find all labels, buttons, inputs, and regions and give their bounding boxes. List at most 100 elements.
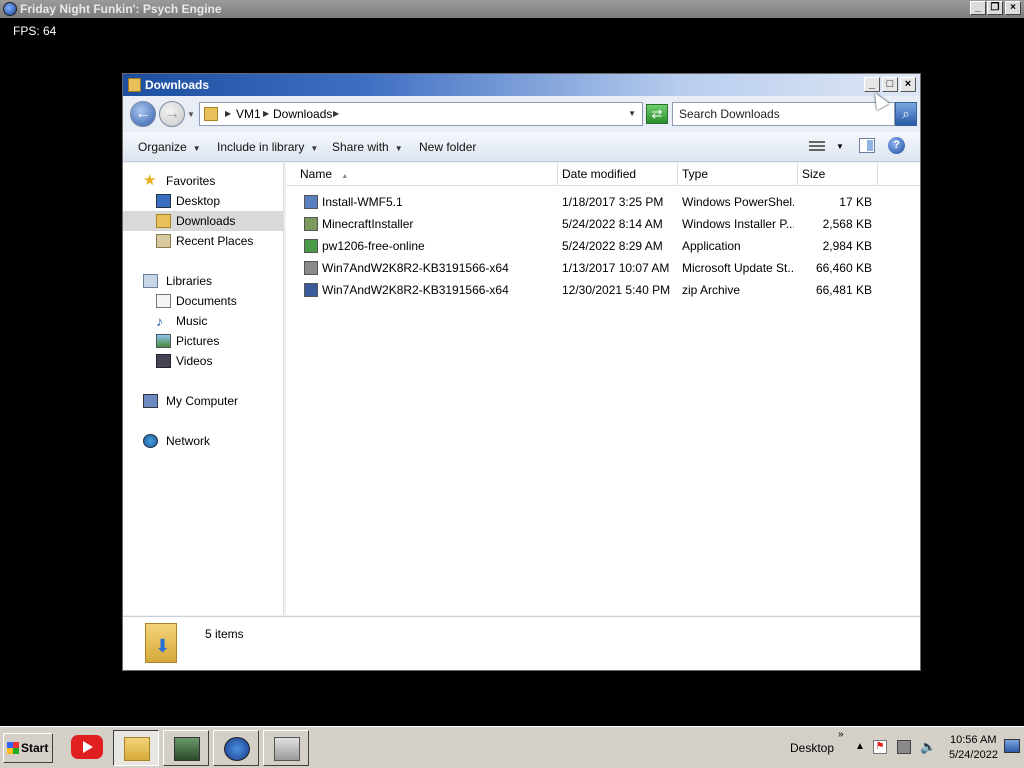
forward-button[interactable]: → — [159, 101, 185, 127]
breadcrumb-arrow-icon[interactable]: ▶ — [333, 103, 339, 125]
game-app-icon — [3, 2, 17, 16]
nav-item-libraries[interactable]: Libraries — [123, 271, 283, 291]
action-center-flag-icon[interactable]: ⚑ — [873, 740, 887, 754]
powershell-script-icon — [304, 195, 318, 209]
network-tray-icon[interactable] — [897, 740, 911, 754]
minimize-button[interactable]: _ — [864, 77, 880, 92]
breadcrumb-arrow-icon[interactable]: ▶ — [263, 103, 269, 125]
downloads-folder-large-icon — [145, 623, 177, 663]
taskbar-archive-button[interactable] — [263, 730, 309, 766]
column-size[interactable]: Size — [798, 163, 878, 186]
taskbar-server-manager-button[interactable] — [163, 730, 209, 766]
libraries-icon — [143, 274, 158, 288]
file-date-cell: 1/13/2017 10:07 AM — [562, 261, 670, 275]
clock-date[interactable]: 5/24/2022 — [949, 749, 998, 761]
nav-label: Favorites — [166, 174, 216, 188]
share-with-label: Share with — [332, 140, 389, 154]
recent-pages-dropdown-icon[interactable]: ▼ — [187, 110, 195, 119]
start-button[interactable]: Start — [3, 733, 53, 763]
nav-item-network[interactable]: Network — [123, 431, 283, 451]
nav-item-music[interactable]: ♪ Music — [123, 311, 283, 331]
views-icon[interactable] — [809, 139, 825, 152]
column-date-modified[interactable]: Date modified — [558, 163, 678, 186]
nav-item-my-computer[interactable]: My Computer — [123, 391, 283, 411]
organize-button[interactable]: Organize ▼ — [138, 140, 201, 154]
taskbar-game-button[interactable] — [213, 730, 259, 766]
game-restore-button[interactable]: ❐ — [987, 1, 1003, 15]
nav-item-desktop[interactable]: Desktop — [123, 191, 283, 211]
nav-label: Libraries — [166, 274, 213, 288]
nav-item-documents[interactable]: Documents — [123, 291, 283, 311]
game-close-button[interactable]: × — [1005, 1, 1021, 15]
file-date-cell: 12/30/2021 5:40 PM — [562, 283, 671, 297]
new-folder-button[interactable]: New folder — [419, 140, 476, 154]
search-input[interactable]: Search Downloads — [672, 102, 895, 126]
breadcrumb-vm1[interactable]: VM1 — [236, 103, 261, 125]
column-headers: Name ▲ Date modified Type Size — [286, 163, 920, 186]
taskbar-explorer-button[interactable] — [113, 730, 159, 766]
address-field[interactable]: ▶ VM1 ▶ Downloads ▶ ▼ — [199, 102, 643, 126]
nav-item-downloads[interactable]: Downloads — [123, 211, 283, 231]
recent-places-icon — [156, 234, 171, 248]
desktop-toolbar-label[interactable]: Desktop — [790, 741, 834, 755]
views-dropdown-icon[interactable]: ▼ — [836, 142, 844, 151]
show-desktop-button[interactable] — [1004, 739, 1020, 753]
table-row[interactable]: Install-WMF5.1 1/18/2017 3:25 PM Windows P… — [286, 191, 920, 213]
table-row[interactable]: MinecraftInstaller 5/24/2022 8:14 AM Windo… — [286, 213, 920, 235]
address-dropdown-icon[interactable]: ▼ — [628, 103, 636, 125]
taskbar: Start Desktop » ▲ ⚑ 🔈 10:56 AM 5/24/2022 — [0, 726, 1024, 768]
file-type-cell: Microsoft Update St... — [682, 261, 794, 275]
star-icon: ★ — [143, 172, 157, 189]
show-hidden-icons-icon[interactable]: ▲ — [855, 741, 865, 752]
clock-time[interactable]: 10:56 AM — [950, 734, 996, 746]
file-list: Name ▲ Date modified Type Size Install-W… — [286, 163, 920, 615]
chevron-down-icon: ▼ — [394, 144, 403, 153]
nav-item-pictures[interactable]: Pictures — [123, 331, 283, 351]
toolbar-expand-icon[interactable]: » — [838, 729, 844, 740]
file-name-cell: Win7AndW2K8R2-KB3191566-x64 — [322, 283, 509, 297]
server-manager-icon — [174, 737, 200, 761]
column-type[interactable]: Type — [678, 163, 798, 186]
explorer-titlebar[interactable]: Downloads _ □ × — [123, 74, 920, 96]
file-type-cell: zip Archive — [682, 283, 741, 297]
share-with-button[interactable]: Share with ▼ — [332, 140, 403, 154]
table-row[interactable]: pw1206-free-online 5/24/2022 8:29 AM Appli… — [286, 235, 920, 257]
refresh-button[interactable]: ⇄ — [646, 104, 668, 124]
installer-package-icon — [304, 217, 318, 231]
file-size-cell: 2,568 KB — [822, 217, 872, 231]
back-button[interactable]: ← — [130, 101, 156, 127]
help-icon[interactable]: ? — [888, 137, 905, 154]
file-date-cell: 1/18/2017 3:25 PM — [562, 195, 664, 209]
youtube-icon[interactable] — [71, 735, 103, 759]
table-row[interactable]: Win7AndW2K8R2-KB3191566-x64 12/30/2021 5:… — [286, 279, 920, 301]
sort-ascending-icon: ▲ — [341, 173, 349, 180]
table-row[interactable]: Win7AndW2K8R2-KB3191566-x64 1/13/2017 10:… — [286, 257, 920, 279]
preview-pane-icon[interactable] — [859, 138, 875, 153]
breadcrumb-downloads[interactable]: Downloads — [273, 103, 332, 125]
column-name[interactable]: Name ▲ — [286, 163, 558, 186]
application-icon — [304, 239, 318, 253]
documents-icon — [156, 294, 171, 308]
file-name-cell: MinecraftInstaller — [322, 217, 414, 231]
nav-item-videos[interactable]: Videos — [123, 351, 283, 371]
explorer-folder-icon — [124, 737, 150, 761]
volume-icon[interactable]: 🔈 — [920, 740, 936, 754]
computer-icon — [143, 394, 158, 408]
file-size-cell: 17 KB — [839, 195, 872, 209]
address-folder-icon — [204, 107, 218, 121]
file-size-cell: 2,984 KB — [822, 239, 872, 253]
breadcrumb-arrow-icon[interactable]: ▶ — [225, 103, 231, 125]
game-window-title: Friday Night Funkin': Psych Engine — [20, 2, 222, 16]
windows-logo-icon — [7, 742, 19, 754]
file-type-cell: Windows Installer P... — [682, 217, 794, 231]
search-icon[interactable]: ⌕ — [895, 102, 917, 126]
include-in-library-button[interactable]: Include in library ▼ — [217, 140, 318, 154]
file-name-cell: pw1206-free-online — [322, 239, 425, 253]
close-button[interactable]: × — [900, 77, 916, 92]
game-minimize-button[interactable]: _ — [970, 1, 986, 15]
nav-item-favorites[interactable]: ★ Favorites — [123, 171, 283, 191]
explorer-window: Downloads _ □ × ← → ▼ ▶ VM1 ▶ Downloads … — [122, 73, 921, 671]
nav-item-recent-places[interactable]: Recent Places — [123, 231, 283, 251]
maximize-button[interactable]: □ — [882, 77, 898, 92]
network-icon — [143, 434, 158, 448]
